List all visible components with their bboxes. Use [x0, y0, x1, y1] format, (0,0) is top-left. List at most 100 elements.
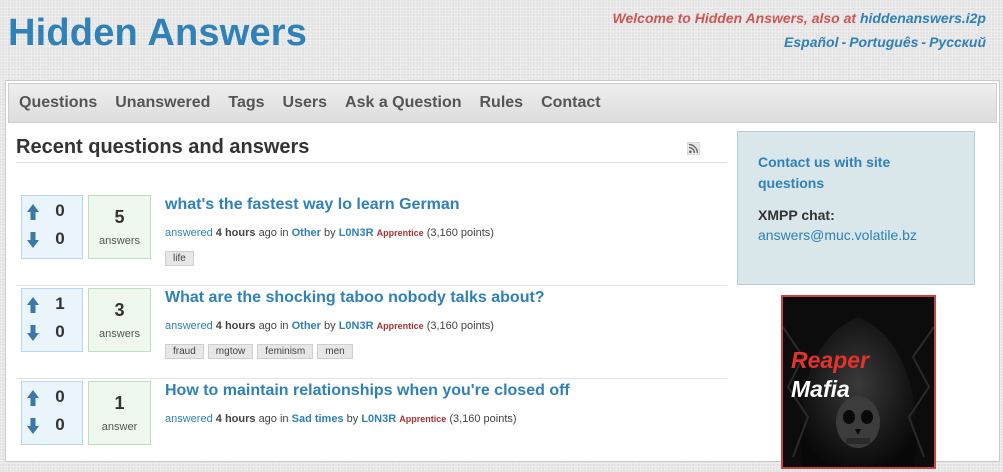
- tag[interactable]: life: [165, 251, 194, 266]
- lang-link-es[interactable]: Español: [784, 34, 838, 50]
- site-title[interactable]: Hidden Answers: [8, 12, 307, 55]
- answer-label: answer: [101, 421, 138, 433]
- question-meta: answered 4 hours ago in Other by L0N3R A…: [165, 320, 725, 332]
- downvote-count: 0: [55, 229, 65, 248]
- question-item: 0 0 5 answers what's the fastest way lo …: [16, 193, 727, 286]
- user-rank: Apprentice: [376, 228, 424, 238]
- sidebar: Contact us with site questions XMPP chat…: [737, 131, 975, 469]
- user-points: (3,160 points): [449, 413, 517, 425]
- nav-contact[interactable]: Contact: [541, 94, 601, 112]
- answer-label: answers: [99, 328, 140, 340]
- page-title: Recent questions and answers: [16, 136, 310, 158]
- question-body: How to maintain relationships when you'r…: [165, 379, 725, 425]
- answer-time: 4 hours: [215, 227, 256, 239]
- tag[interactable]: mgtow: [207, 344, 254, 359]
- lang-separator: -: [841, 34, 847, 50]
- answer-count: 1: [114, 393, 125, 413]
- category-link[interactable]: Sad times: [292, 413, 344, 425]
- answer-count: 5: [114, 207, 125, 227]
- question-item: 1 0 3 answers What are the shocking tabo…: [16, 286, 727, 379]
- lang-separator: -: [921, 34, 927, 50]
- question-title[interactable]: what's the fastest way lo learn German: [165, 196, 725, 214]
- xmpp-label: XMPP chat:: [758, 207, 835, 223]
- downvote-row: 0: [22, 413, 82, 439]
- tag-list: fraud mgtow feminism men: [165, 344, 725, 359]
- upvote-arrow-icon[interactable]: [26, 203, 40, 226]
- vote-box: 1 0: [21, 288, 83, 352]
- answer-count: 3: [114, 300, 125, 320]
- answer-label: answers: [99, 235, 140, 247]
- main-container: Questions Unanswered Tags Users Ask a Qu…: [5, 80, 1000, 472]
- nav-users[interactable]: Users: [283, 94, 327, 112]
- answer-count-box: 5 answers: [88, 195, 151, 259]
- upvote-row: 1: [22, 292, 82, 318]
- lang-link-pt[interactable]: Português: [849, 34, 918, 50]
- question-list: 0 0 5 answers what's the fastest way lo …: [16, 193, 727, 472]
- lang-link-ru[interactable]: Pусский: [929, 34, 986, 50]
- by-text: by: [324, 227, 336, 239]
- downvote-count: 0: [55, 415, 65, 434]
- upvote-count: 0: [55, 201, 65, 220]
- answered-link[interactable]: answered: [165, 320, 213, 332]
- vote-box: 0 0: [21, 195, 83, 259]
- upvote-row: 0: [22, 385, 82, 411]
- answered-link[interactable]: answered: [165, 413, 213, 425]
- xmpp-address[interactable]: answers@muc.volatile.bz: [758, 227, 954, 243]
- ago-in-text: ago in: [258, 413, 289, 425]
- user-rank: Apprentice: [376, 321, 424, 331]
- user-rank: Apprentice: [399, 414, 447, 424]
- nav-questions[interactable]: Questions: [19, 94, 97, 112]
- advertisement-banner[interactable]: Reaper Mafia: [781, 295, 936, 469]
- category-link[interactable]: Other: [292, 227, 321, 239]
- nav-ask-question[interactable]: Ask a Question: [345, 94, 461, 112]
- alt-domain-link[interactable]: hiddenanswers.i2p: [860, 10, 986, 26]
- welcome-message: Welcome to Hidden Answers, also at: [612, 10, 857, 26]
- user-link[interactable]: L0N3R: [339, 320, 374, 332]
- upvote-arrow-icon[interactable]: [26, 296, 40, 319]
- question-item: 0 0 1 answer How to maintain relationshi…: [16, 379, 727, 472]
- upvote-count: 1: [55, 294, 65, 313]
- tag[interactable]: men: [317, 344, 353, 359]
- heading-row: Recent questions and answers: [16, 133, 727, 163]
- nav-tags[interactable]: Tags: [228, 94, 264, 112]
- ago-in-text: ago in: [258, 320, 289, 332]
- downvote-row: 0: [22, 320, 82, 346]
- downvote-arrow-icon[interactable]: [26, 324, 40, 347]
- rss-icon[interactable]: [686, 141, 701, 160]
- vote-box: 0 0: [21, 381, 83, 445]
- tag[interactable]: fraud: [165, 344, 204, 359]
- upvote-count: 0: [55, 387, 65, 406]
- question-body: What are the shocking taboo nobody talks…: [165, 286, 725, 359]
- user-points: (3,160 points): [426, 320, 494, 332]
- tag-list: life: [165, 251, 725, 266]
- nav-rules[interactable]: Rules: [480, 94, 524, 112]
- category-link[interactable]: Other: [292, 320, 321, 332]
- user-link[interactable]: L0N3R: [339, 227, 374, 239]
- nav-unanswered[interactable]: Unanswered: [115, 94, 210, 112]
- question-meta: answered 4 hours ago in Other by L0N3R A…: [165, 227, 725, 239]
- ad-title-line1: Reaper: [791, 347, 869, 373]
- user-link[interactable]: L0N3R: [361, 413, 396, 425]
- downvote-arrow-icon[interactable]: [26, 231, 40, 254]
- main-content: Recent questions and answers 0 0 5 answe…: [16, 133, 727, 472]
- downvote-count: 0: [55, 322, 65, 341]
- answer-count-box: 3 answers: [88, 288, 151, 352]
- answer-count-box: 1 answer: [88, 381, 151, 445]
- language-links: Español - Português - Pусский: [613, 34, 986, 50]
- tag[interactable]: feminism: [257, 344, 314, 359]
- by-text: by: [346, 413, 359, 425]
- header-right: Welcome to Hidden Answers, also at hidde…: [613, 10, 986, 50]
- welcome-text: Welcome to Hidden Answers, also at hidde…: [613, 10, 986, 26]
- ago-in-text: ago in: [258, 227, 289, 239]
- upvote-arrow-icon[interactable]: [26, 389, 40, 412]
- answer-time: 4 hours: [215, 413, 256, 425]
- contact-link[interactable]: Contact us with site questions: [758, 152, 954, 194]
- answered-link[interactable]: answered: [165, 227, 213, 239]
- question-meta: answered 4 hours ago in Sad times by L0N…: [165, 413, 725, 425]
- main-nav: Questions Unanswered Tags Users Ask a Qu…: [8, 83, 997, 123]
- question-title[interactable]: What are the shocking taboo nobody talks…: [165, 289, 725, 307]
- question-title[interactable]: How to maintain relationships when you'r…: [165, 382, 725, 400]
- downvote-arrow-icon[interactable]: [26, 417, 40, 440]
- by-text: by: [324, 320, 336, 332]
- downvote-row: 0: [22, 227, 82, 253]
